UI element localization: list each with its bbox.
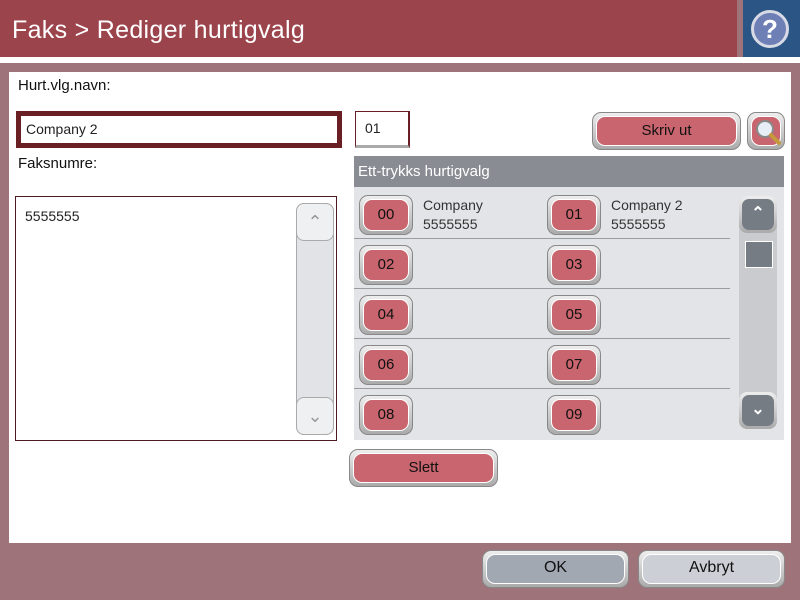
search-icon <box>751 116 781 146</box>
fax-list-scrollbar[interactable]: ⌃ ⌄ <box>296 203 334 435</box>
print-button[interactable]: Skriv ut <box>592 112 741 150</box>
fax-numbers-list[interactable]: 5555555 ⌃ ⌄ <box>15 196 337 441</box>
delete-button[interactable]: Slett <box>349 449 498 487</box>
page-title: Faks > Rediger hurtigvalg <box>12 16 306 44</box>
speed-dial-01-info: Company 2 5555555 <box>611 196 683 234</box>
scroll-thumb[interactable] <box>745 241 773 268</box>
speed-dial-fax: 5555555 <box>611 216 666 232</box>
speed-dial-03-button[interactable]: 03 <box>547 245 601 285</box>
delete-button-label: Slett <box>353 453 494 483</box>
fax-number-item[interactable]: 5555555 <box>25 208 80 224</box>
help-area: ? <box>743 0 800 57</box>
search-button[interactable] <box>747 112 785 150</box>
divider <box>0 57 800 63</box>
scroll-down-icon[interactable]: ⌄ <box>296 397 334 435</box>
speed-dial-06-button[interactable]: 06 <box>359 345 413 385</box>
speed-dial-07-button[interactable]: 07 <box>547 345 601 385</box>
speed-dial-number-input[interactable]: 01 <box>355 111 410 148</box>
ok-button-label: OK <box>486 554 625 584</box>
print-button-label: Skriv ut <box>596 116 737 146</box>
speed-dial-08-button[interactable]: 08 <box>359 395 413 435</box>
speed-dial-header: Ett-trykks hurtigvalg <box>354 156 784 187</box>
speed-dial-row: 08 09 <box>354 389 730 439</box>
speed-dial-04-button[interactable]: 04 <box>359 295 413 335</box>
cancel-button-label: Avbryt <box>642 554 781 584</box>
help-icon[interactable]: ? <box>751 10 789 48</box>
scroll-up-button[interactable]: ⌃ <box>739 196 777 233</box>
speed-dial-00-button[interactable]: 00 <box>359 195 413 235</box>
speed-dial-fax: 5555555 <box>423 216 478 232</box>
title-bar: Faks > Rediger hurtigvalg <box>0 0 737 57</box>
name-label: Hurt.vlg.navn: <box>18 77 111 94</box>
speed-dial-01-button[interactable]: 01 <box>547 195 601 235</box>
speed-dial-row: 02 03 <box>354 239 730 289</box>
speed-dial-row: 06 07 <box>354 339 730 389</box>
fax-numbers-label: Faksnumre: <box>18 155 98 172</box>
speed-dial-00-info: Company 5555555 <box>423 196 483 234</box>
speed-dial-list: 00 Company 5555555 01 Company 2 5555555 02… <box>354 187 784 440</box>
ok-button[interactable]: OK <box>482 550 629 588</box>
speed-dial-name-input[interactable]: Company 2 <box>16 111 342 148</box>
speed-dial-05-button[interactable]: 05 <box>547 295 601 335</box>
speed-dial-name: Company <box>423 197 483 213</box>
speed-dial-name: Company 2 <box>611 197 683 213</box>
chevron-down-icon: ⌄ <box>742 395 774 426</box>
chevron-up-icon: ⌃ <box>742 199 774 230</box>
speed-dial-row: 00 Company 5555555 01 Company 2 5555555 <box>354 189 730 239</box>
speed-dial-09-button[interactable]: 09 <box>547 395 601 435</box>
scroll-down-button[interactable]: ⌄ <box>739 392 777 429</box>
scroll-up-icon[interactable]: ⌃ <box>296 203 334 241</box>
speed-dial-02-button[interactable]: 02 <box>359 245 413 285</box>
cancel-button[interactable]: Avbryt <box>638 550 785 588</box>
speed-dial-scrollbar[interactable]: ⌃ ⌄ <box>739 196 777 429</box>
speed-dial-row: 04 05 <box>354 289 730 339</box>
